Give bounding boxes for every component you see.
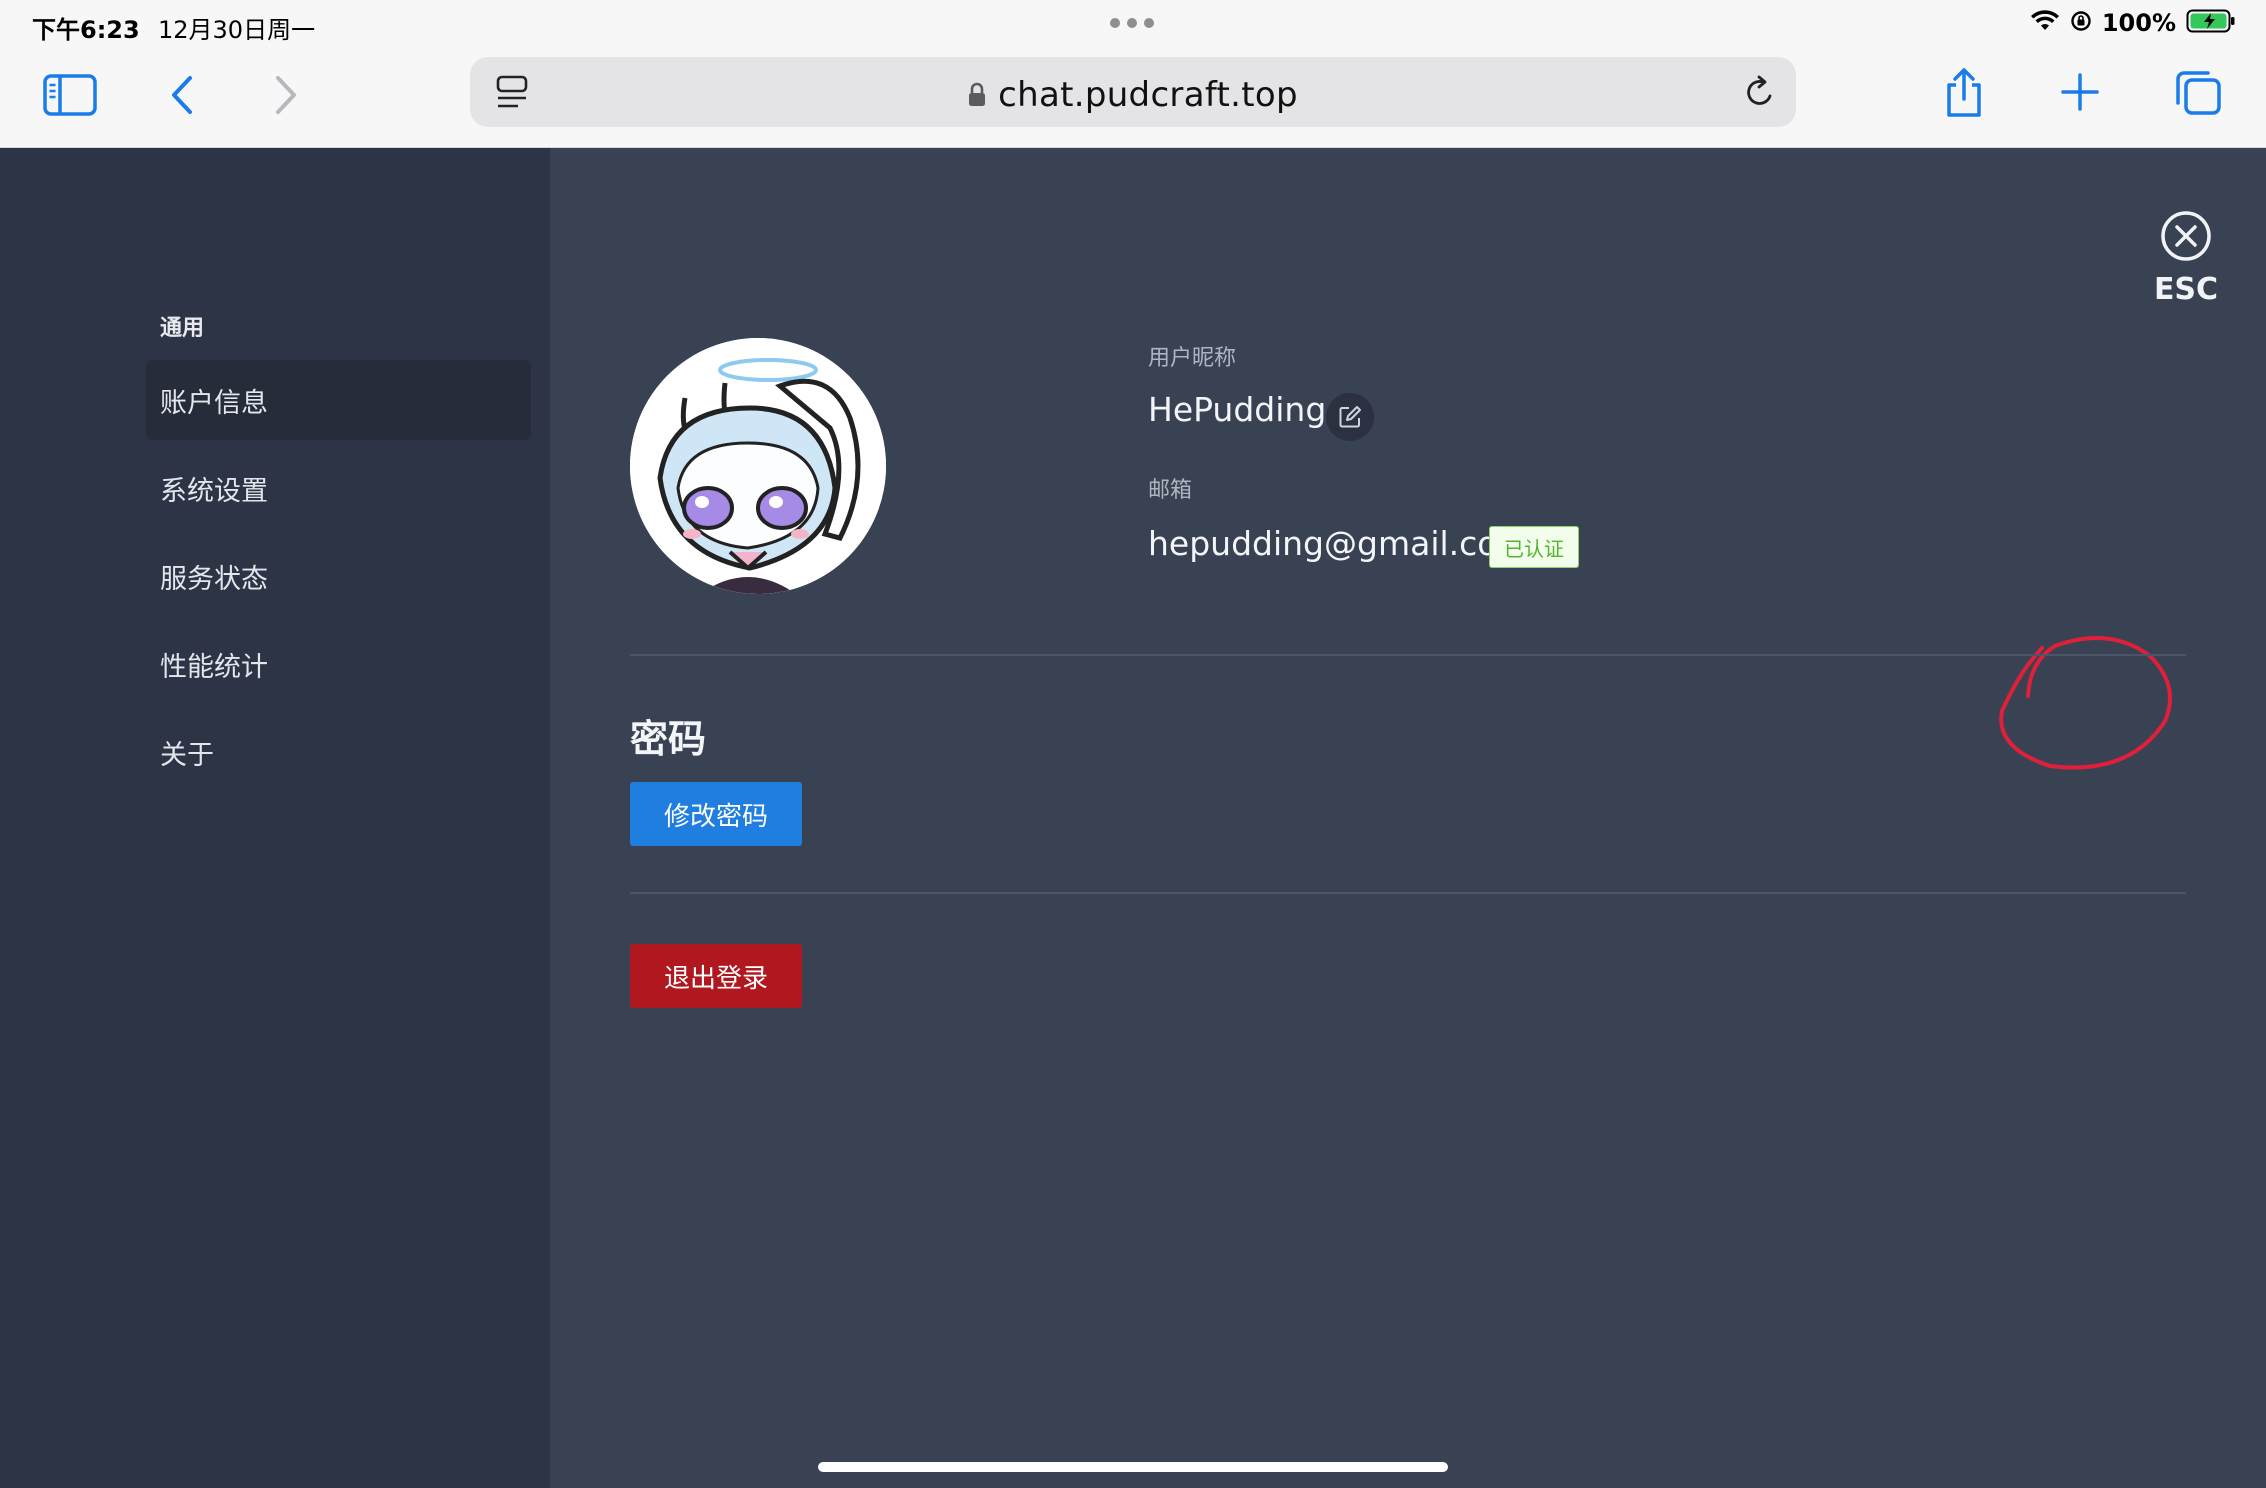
battery-percentage: 100% [2101,9,2176,37]
sidebar-item-label: 账户信息 [160,387,268,419]
password-section-title: 密码 [630,717,707,761]
sidebar-item-account[interactable]: 账户信息 [146,360,531,440]
orientation-lock-icon [2070,10,2092,36]
avatar[interactable] [630,338,886,594]
share-icon[interactable] [1940,64,1988,122]
verified-badge: 已认证 [1489,526,1579,568]
sidebar-item-label: 服务状态 [160,563,268,595]
sidebar-item-system-settings[interactable]: 系统设置 [146,448,531,528]
address-bar[interactable]: chat.pudcraft.top [470,57,1796,127]
email-value: hepudding@gmail.com [1148,524,1530,563]
nickname-value: HePudding [1148,390,1327,429]
multitasking-dots-icon[interactable] [1110,18,1154,28]
reload-icon[interactable] [1740,72,1780,112]
status-time: 下午6:23 [32,16,140,44]
lock-icon [969,82,986,106]
status-bar: 下午6:23 12月30日周一 100% [0,0,2266,50]
divider [630,654,2186,656]
sidebar-toggle-icon[interactable] [42,70,98,120]
browser-toolbar: chat.pudcraft.top [0,50,2266,148]
sidebar-item-service-status[interactable]: 服务状态 [146,536,531,616]
url-text: chat.pudcraft.top [998,75,1298,115]
edit-nickname-button[interactable] [1326,393,1374,441]
status-right: 100% [2030,8,2236,38]
back-icon[interactable] [162,70,202,120]
anime-character-avatar-icon [630,338,886,594]
sidebar-item-label: 系统设置 [160,475,268,507]
edit-icon [1339,406,1361,428]
wifi-icon [2030,10,2060,36]
email-label: 邮箱 [1148,478,1193,503]
forward-icon[interactable] [266,70,306,120]
close-button[interactable]: ESC [2138,210,2234,310]
esc-label: ESC [2153,272,2219,307]
sidebar-item-label: 性能统计 [160,651,268,683]
logout-button[interactable]: 退出登录 [630,944,802,1008]
handwritten-circle-annotation [1999,636,2172,770]
close-icon [2161,211,2211,261]
sidebar-item-performance[interactable]: 性能统计 [146,624,531,704]
sidebar-item-label: 关于 [160,739,214,771]
settings-sidebar: 通用 账户信息 系统设置 服务状态 性能统计 关于 [0,148,550,1488]
new-tab-icon[interactable] [2058,70,2102,114]
battery-charging-icon [2186,8,2236,38]
tabs-overview-icon[interactable] [2172,66,2224,118]
sidebar-item-about[interactable]: 关于 [146,712,531,792]
change-password-button[interactable]: 修改密码 [630,782,802,846]
home-indicator[interactable] [818,1462,1448,1472]
divider [630,892,2186,894]
status-date: 12月30日周一 [158,16,316,44]
sidebar-section-title: 通用 [160,316,205,341]
nickname-label: 用户昵称 [1148,346,1237,371]
account-panel: ESC 用户昵称 HePudding 邮箱 hepudding@gmail.co… [550,148,2266,1488]
